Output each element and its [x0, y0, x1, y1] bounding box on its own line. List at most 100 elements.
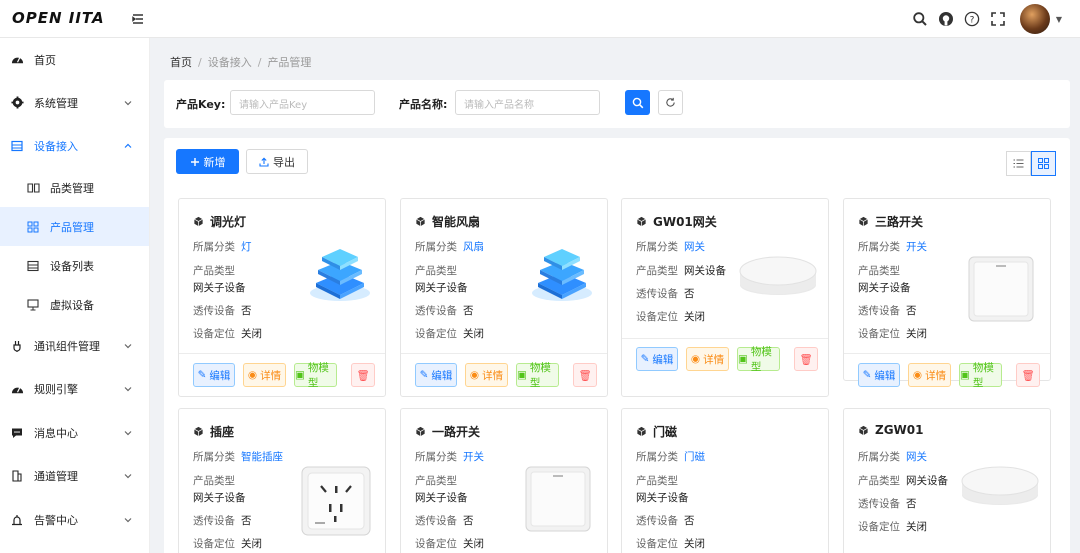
delete-button[interactable]: 🗑 — [351, 363, 375, 387]
sidebar-item-label: 消息中心 — [34, 426, 78, 440]
plus-icon — [190, 157, 199, 166]
product-type: 网关子设备 — [636, 492, 689, 504]
sidebar-subitem-device-list[interactable]: 设备列表 — [0, 246, 149, 285]
product-card[interactable]: 智能风扇 所属分类 风扇 产品类型 网关子设备 透传设备否 设备定位 关闭 ✎ 编辑 ◉… — [400, 198, 608, 397]
sidebar-item-label: 首页 — [34, 53, 56, 67]
breadcrumb-device-access[interactable]: 设备接入 — [208, 56, 252, 69]
product-key-input[interactable]: 请输入产品Key — [230, 90, 375, 115]
product-transparent: 否 — [241, 515, 252, 527]
sidebar-item-label: 虚拟设备 — [50, 298, 94, 312]
search-icon[interactable] — [912, 11, 928, 27]
chevron-down-icon — [123, 98, 133, 108]
product-category[interactable]: 智能插座 — [241, 451, 283, 463]
sidebar-item-alarms[interactable]: 告警中心 — [0, 498, 149, 542]
product-name: GW01网关 — [653, 215, 717, 229]
delete-button[interactable]: 🗑 — [573, 363, 597, 387]
thing-model-button[interactable]: ▣ 物模型 — [294, 362, 337, 389]
product-type: 网关设备 — [906, 475, 948, 487]
sidebar-item-home[interactable]: 首页 — [0, 38, 149, 81]
product-transparent: 否 — [906, 305, 917, 317]
product-card[interactable]: 一路开关 所属分类 开关 产品类型 网关子设备 透传设备否 设备定位 关闭 — [400, 408, 608, 553]
sidebar-item-label: 设备接入 — [34, 140, 78, 154]
model-icon: ▣ — [517, 369, 527, 381]
product-category[interactable]: 网关 — [684, 241, 705, 253]
product-location: 关闭 — [684, 311, 705, 323]
sidebar-item-label: 品类管理 — [50, 181, 94, 195]
detail-button[interactable]: ◉ 详情 — [243, 363, 286, 387]
breadcrumb-home[interactable]: 首页 — [170, 56, 192, 69]
help-icon[interactable]: ? — [964, 11, 980, 27]
export-button[interactable]: 导出 — [246, 149, 308, 174]
github-icon[interactable] — [938, 11, 954, 27]
product-location: 关闭 — [463, 328, 484, 340]
sidebar-subitem-product[interactable]: 产品管理 — [0, 207, 149, 246]
edit-button[interactable]: ✎ 编辑 — [193, 363, 235, 387]
chevron-down-icon — [123, 515, 133, 525]
product-category[interactable]: 风扇 — [463, 241, 484, 253]
detail-button[interactable]: ◉ 详情 — [465, 363, 508, 387]
list-icon — [26, 259, 40, 273]
user-avatar[interactable] — [1019, 4, 1050, 34]
edit-button[interactable]: ✎ 编辑 — [415, 363, 457, 387]
sidebar-item-label: 告警中心 — [34, 513, 78, 527]
product-card[interactable]: 插座 所属分类 智能插座 产品类型 网关子设备 透传设备否 设备定位 关闭 — [178, 408, 386, 553]
menu-fold-icon[interactable] — [130, 11, 146, 27]
sidebar-item-label: 规则引擎 — [34, 383, 78, 397]
monitor-icon — [26, 298, 40, 312]
product-type: 网关子设备 — [193, 282, 246, 294]
sidebar-item-device-access[interactable]: 设备接入 — [0, 125, 149, 169]
product-name-input[interactable]: 请输入产品名称 — [455, 90, 600, 115]
product-category[interactable]: 网关 — [906, 451, 927, 463]
edit-icon: ✎ — [640, 353, 650, 365]
caret-down-icon[interactable]: ▼ — [1056, 15, 1062, 24]
fullscreen-icon[interactable] — [990, 11, 1006, 27]
product-location: 关闭 — [241, 328, 262, 340]
product-image-cube — [532, 249, 592, 301]
sidebar-subitem-category[interactable]: 品类管理 — [0, 168, 149, 207]
search-button[interactable] — [625, 90, 650, 115]
grid-view-toggle[interactable] — [1031, 151, 1056, 176]
upload-icon — [259, 157, 269, 167]
list-view-toggle[interactable] — [1006, 151, 1031, 176]
list-icon — [1013, 159, 1024, 168]
sidebar-item-system[interactable]: 系统管理 — [0, 81, 149, 125]
sidebar-item-label: 通道管理 — [34, 470, 78, 484]
delete-button[interactable]: 🗑 — [1016, 363, 1040, 387]
product-card[interactable]: 三路开关 所属分类 开关 产品类型 网关子设备 透传设备否 设备定位 关闭 ✎ 编辑 ◉… — [843, 198, 1051, 389]
product-card[interactable]: 调光灯 所属分类灯 产品类型 网关子设备 透传设备否 设备定位 关闭 ✎ 编辑 ◉ 详情… — [178, 198, 386, 397]
grid-icon — [1038, 158, 1049, 169]
app-logo[interactable]: OPEN IITA — [12, 9, 105, 27]
rule-icon — [10, 382, 24, 396]
product-card[interactable]: ZGW01 所属分类 网关 产品类型 网关设备 透传设备否 设备定位 关闭 — [843, 408, 1051, 553]
sidebar-subitem-virtual-device[interactable]: 虚拟设备 — [0, 285, 149, 324]
product-card[interactable]: 门磁 所属分类 门磁 产品类型 网关子设备 透传设备否 设备定位 关闭 — [621, 408, 829, 553]
sidebar-item-comm[interactable]: 通讯组件管理 — [0, 324, 149, 368]
sidebar-item-channels[interactable]: 通道管理 — [0, 455, 149, 499]
book-icon — [26, 181, 40, 195]
add-product-button[interactable]: 新增 — [176, 149, 239, 174]
thing-model-button[interactable]: ▣ 物模型 — [959, 362, 1002, 389]
product-category[interactable]: 门磁 — [684, 451, 705, 463]
model-icon: ▣ — [738, 353, 748, 365]
cube-icon — [194, 426, 203, 437]
product-transparent: 否 — [463, 305, 474, 317]
detail-button[interactable]: ◉ 详情 — [908, 363, 951, 387]
reset-button[interactable] — [658, 90, 683, 115]
main-content: 首页 / 设备接入 / 产品管理 产品Key: 请输入产品Key 产品名称: 请输入产品… — [150, 38, 1080, 553]
delete-button[interactable]: 🗑 — [794, 347, 818, 371]
product-category[interactable]: 开关 — [906, 241, 927, 253]
sidebar-item-rules[interactable]: 规则引擎 — [0, 368, 149, 412]
trash-icon: 🗑 — [799, 353, 813, 366]
product-category[interactable]: 开关 — [463, 451, 484, 463]
edit-button[interactable]: ✎ 编辑 — [636, 347, 678, 371]
product-transparent: 否 — [906, 498, 917, 510]
device-icon — [10, 139, 24, 153]
thing-model-button[interactable]: ▣ 物模型 — [516, 362, 559, 389]
product-category[interactable]: 灯 — [241, 241, 252, 253]
detail-button[interactable]: ◉ 详情 — [686, 347, 729, 371]
edit-button[interactable]: ✎ 编辑 — [858, 363, 900, 387]
thing-model-button[interactable]: ▣ 物模型 — [737, 346, 780, 373]
model-icon: ▣ — [295, 369, 305, 381]
product-card[interactable]: GW01网关 所属分类 网关 产品类型 网关设备 透传设备否 设备定位 关闭 ✎ 编辑 … — [621, 198, 829, 397]
sidebar-item-messages[interactable]: 消息中心 — [0, 411, 149, 455]
